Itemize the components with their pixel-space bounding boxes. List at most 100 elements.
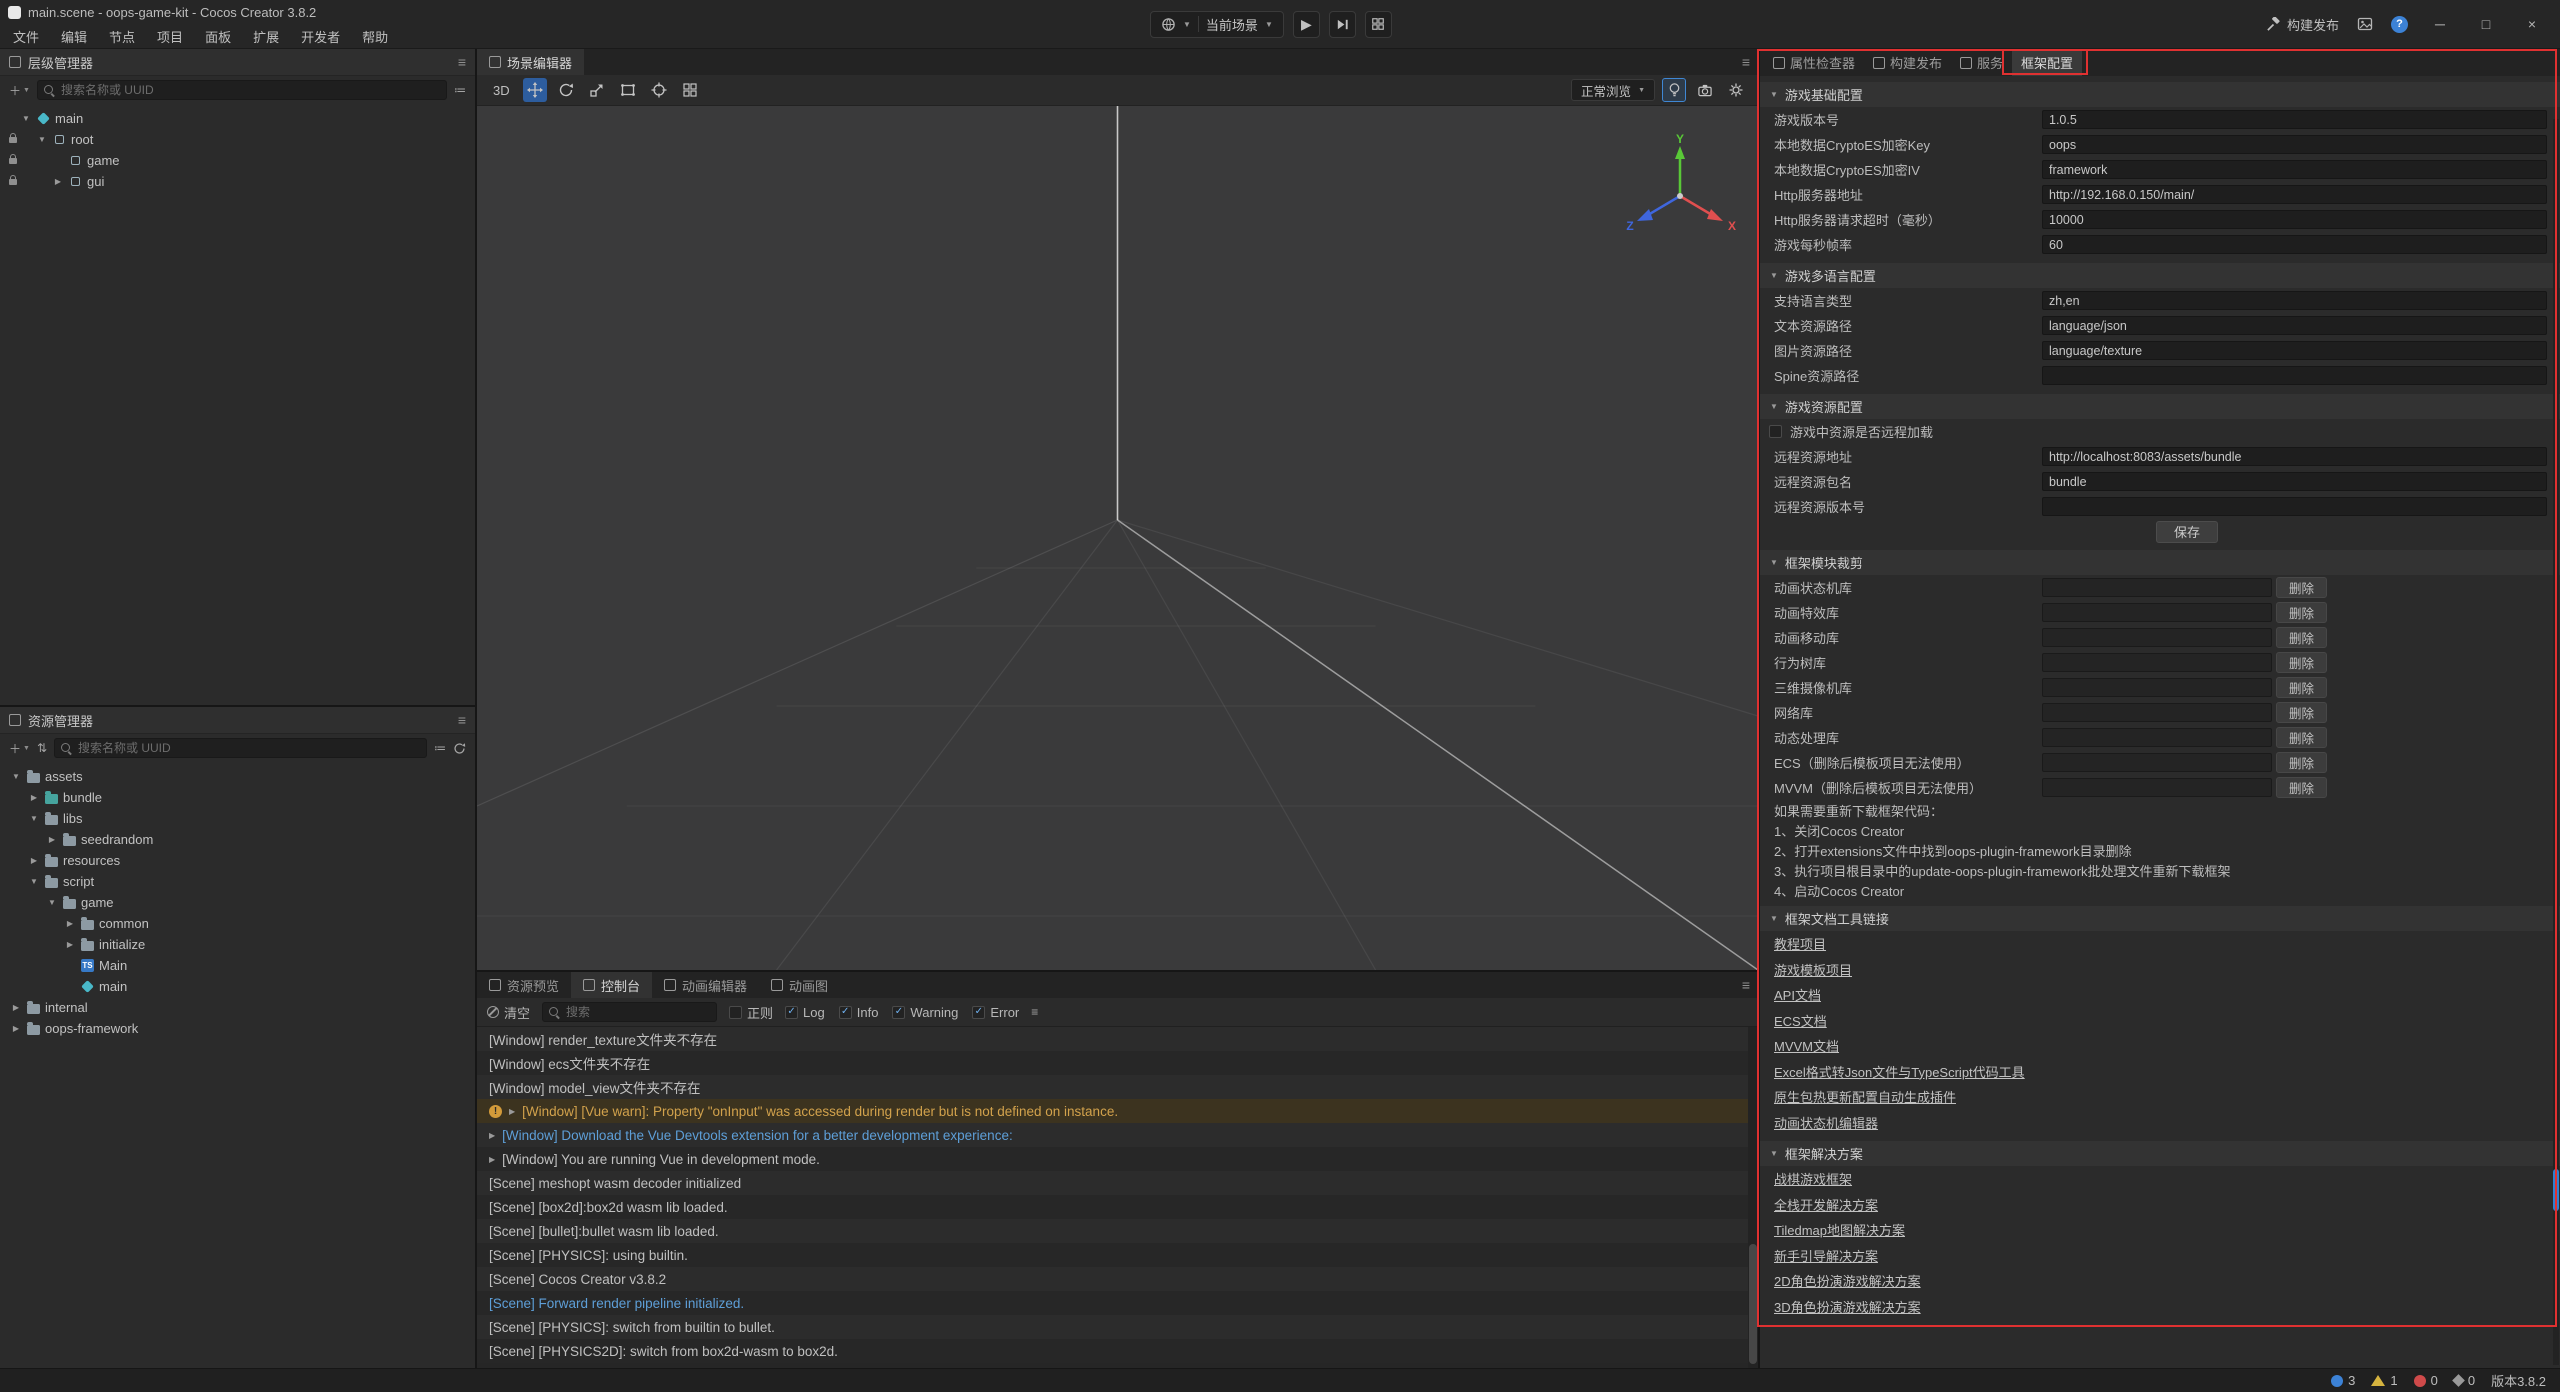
status-extra-counter[interactable]: 0	[2454, 1373, 2475, 1388]
doc-link[interactable]: Excel格式转Json文件与TypeScript代码工具	[1774, 1062, 2025, 1081]
console-line-9[interactable]: [Scene] [bullet]:bullet wasm lib loaded.	[477, 1219, 1758, 1243]
axis-gizmo[interactable]: Y X Z	[1620, 132, 1740, 252]
mode-3d-button[interactable]: 3D	[487, 83, 516, 98]
section-header[interactable]: ▼游戏多语言配置	[1760, 263, 2560, 288]
checkbox-row[interactable]: 游戏中资源是否远程加载	[1760, 419, 2560, 444]
delete-button[interactable]: 删除	[2276, 677, 2327, 698]
console-tab-3[interactable]: 动画编辑器	[652, 972, 759, 998]
assets-item-Main[interactable]: TSMain	[0, 955, 475, 976]
view-mode-select[interactable]: 正常浏览 ▼	[1571, 79, 1655, 101]
section-header[interactable]: ▼游戏资源配置	[1760, 394, 2560, 419]
create-node-button[interactable]: ＋▼	[9, 82, 30, 99]
checkbox-checked[interactable]: ✓	[892, 1006, 905, 1019]
section-header[interactable]: ▼框架模块裁剪	[1760, 550, 2560, 575]
chevron-right-icon[interactable]: ▶	[52, 177, 64, 186]
console-line-4[interactable]: !▶[Window] [Vue warn]: Property "onInput…	[477, 1099, 1758, 1123]
panel-menu-icon[interactable]: ≡	[1742, 54, 1750, 70]
chevron-down-icon[interactable]: ▼	[20, 114, 32, 123]
delete-button[interactable]: 删除	[2276, 602, 2327, 623]
menu-item-7[interactable]: 开发者	[290, 27, 351, 46]
field-input[interactable]	[2042, 366, 2547, 385]
layout-grid-button[interactable]	[1365, 11, 1392, 38]
console-line-6[interactable]: ▶[Window] You are running Vue in develop…	[477, 1147, 1758, 1171]
delete-button[interactable]: 删除	[2276, 777, 2327, 798]
checkbox-unchecked[interactable]	[729, 1006, 742, 1019]
close-button[interactable]: ×	[2518, 16, 2546, 32]
console-line-1[interactable]: [Window] render_texture文件夹不存在	[477, 1027, 1758, 1051]
save-button[interactable]: 保存	[2156, 521, 2218, 543]
doc-link[interactable]: MVVM文档	[1774, 1036, 1839, 1055]
rotate-tool-button[interactable]	[554, 78, 578, 102]
filter-error-checkbox[interactable]: ✓Error	[972, 1005, 1019, 1020]
delete-button[interactable]: 删除	[2276, 702, 2327, 723]
chevron-right-icon[interactable]: ▶	[28, 793, 40, 802]
inspector-tab-1[interactable]: 属性检查器	[1764, 49, 1864, 76]
assets-item-initialize[interactable]: ▶initialize	[0, 934, 475, 955]
assets-item-internal[interactable]: ▶internal	[0, 997, 475, 1018]
chevron-right-icon[interactable]: ▶	[489, 1131, 495, 1140]
assets-item-main[interactable]: main	[0, 976, 475, 997]
console-line-3[interactable]: [Window] model_view文件夹不存在	[477, 1075, 1758, 1099]
chevron-right-icon[interactable]: ▶	[489, 1155, 495, 1164]
checkbox-checked[interactable]: ✓	[785, 1006, 798, 1019]
console-line-8[interactable]: [Scene] [box2d]:box2d wasm lib loaded.	[477, 1195, 1758, 1219]
console-line-12[interactable]: [Scene] Forward render pipeline initiali…	[477, 1291, 1758, 1315]
rect-tool-button[interactable]	[616, 78, 640, 102]
refresh-icon[interactable]	[453, 742, 466, 755]
assets-item-bundle[interactable]: ▶bundle	[0, 787, 475, 808]
console-search-input[interactable]	[566, 1005, 710, 1019]
console-scrollbar[interactable]	[1748, 1027, 1758, 1368]
checkbox-checked[interactable]: ✓	[839, 1006, 852, 1019]
delete-button[interactable]: 删除	[2276, 652, 2327, 673]
scene-viewport[interactable]: Y X Z	[477, 106, 1758, 970]
lighting-toggle-button[interactable]	[1662, 78, 1686, 102]
pivot-tool-button[interactable]	[647, 78, 671, 102]
console-line-7[interactable]: [Scene] meshopt wasm decoder initialized	[477, 1171, 1758, 1195]
assets-item-script[interactable]: ▼script	[0, 871, 475, 892]
doc-link[interactable]: 原生包热更新配置自动生成插件	[1774, 1087, 1956, 1106]
assets-search-input[interactable]	[78, 741, 420, 755]
menu-item-5[interactable]: 面板	[194, 27, 242, 46]
field-input[interactable]	[2042, 291, 2547, 310]
camera-settings-button[interactable]	[1693, 78, 1717, 102]
create-asset-button[interactable]: ＋▼	[9, 740, 30, 757]
panel-menu-icon[interactable]: ≡	[1742, 977, 1750, 993]
status-error-counter[interactable]: 0	[2414, 1373, 2438, 1388]
minimize-button[interactable]: ─	[2426, 16, 2454, 32]
console-tab-1[interactable]: 资源预览	[477, 972, 571, 998]
field-input[interactable]	[2042, 497, 2547, 516]
doc-link[interactable]: 战棋游戏框架	[1774, 1169, 1852, 1188]
doc-link[interactable]: 游戏模板项目	[1774, 960, 1852, 979]
doc-link[interactable]: 动画状态机编辑器	[1774, 1113, 1878, 1132]
chevron-right-icon[interactable]: ▶	[64, 919, 76, 928]
doc-link[interactable]: Tiledmap地图解决方案	[1774, 1220, 1905, 1239]
menu-item-6[interactable]: 扩展	[242, 27, 290, 46]
filter-icon[interactable]: ≔	[454, 83, 466, 97]
inspector-tab-2[interactable]: 构建发布	[1864, 49, 1951, 76]
delete-button[interactable]: 删除	[2276, 577, 2327, 598]
field-input[interactable]	[2042, 316, 2547, 335]
field-input[interactable]	[2042, 472, 2547, 491]
console-settings-icon[interactable]: ≡	[1031, 1005, 1038, 1019]
menu-item-3[interactable]: 节点	[98, 27, 146, 46]
hierarchy-item-game[interactable]: game	[0, 150, 475, 171]
inspector-scrollbar[interactable]	[2553, 119, 2559, 1365]
hierarchy-item-gui[interactable]: ▶gui	[0, 171, 475, 192]
panel-menu-icon[interactable]: ≡	[458, 712, 466, 728]
scrollbar-thumb[interactable]	[2553, 1169, 2559, 1211]
gizmo-x-label[interactable]: X	[1728, 219, 1736, 233]
menu-item-8[interactable]: 帮助	[351, 27, 399, 46]
scrollbar-thumb[interactable]	[1749, 1244, 1757, 1364]
status-warning-counter[interactable]: 1	[2371, 1373, 2397, 1388]
scale-tool-button[interactable]	[585, 78, 609, 102]
lock-icon[interactable]	[9, 137, 17, 143]
preview-target-group[interactable]: ▼ 当前场景 ▼	[1150, 11, 1284, 38]
gear-icon[interactable]	[1724, 78, 1748, 102]
gizmo-y-label[interactable]: Y	[1676, 132, 1684, 146]
hierarchy-search-input[interactable]	[61, 83, 440, 97]
assets-item-seedrandom[interactable]: ▶seedrandom	[0, 829, 475, 850]
hierarchy-item-root[interactable]: ▼root	[0, 129, 475, 150]
chevron-down-icon[interactable]: ▼	[36, 135, 48, 144]
chevron-right-icon[interactable]: ▶	[509, 1107, 515, 1116]
hierarchy-item-main[interactable]: ▼main	[0, 108, 475, 129]
